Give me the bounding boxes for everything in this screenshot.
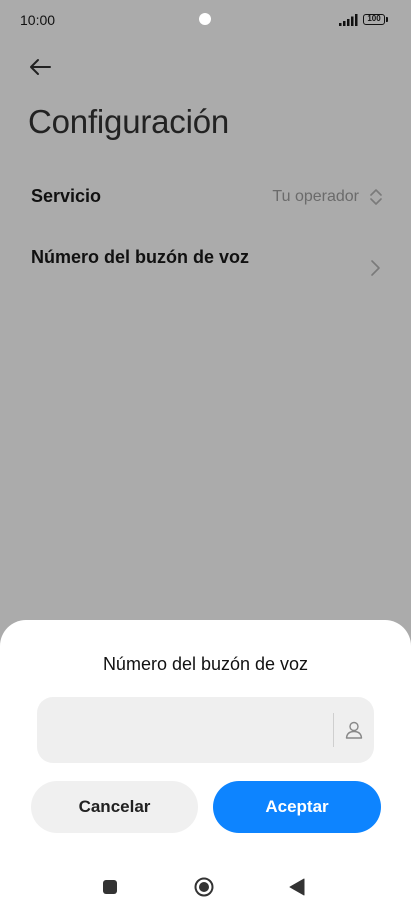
back-icon[interactable] [289,878,305,896]
accept-button[interactable]: Aceptar [213,781,381,833]
status-bar: 10:00 100 [0,0,411,40]
cancel-button[interactable]: Cancelar [31,781,198,833]
home-icon[interactable] [194,877,214,897]
status-time: 10:00 [20,12,56,28]
navigation-bar [0,865,411,905]
chevron-right-icon [371,260,380,276]
page-title: Configuración [28,103,230,140]
voicemail-dialog: Número del buzón de voz Cancelar Aceptar [0,620,411,914]
settings-item-label: Servicio [31,186,102,206]
input-divider [333,713,334,747]
voicemail-number-input[interactable] [53,697,327,765]
settings-item-service[interactable]: Servicio Tu operador [0,180,411,216]
recents-icon[interactable] [103,880,117,894]
voicemail-number-field[interactable] [37,697,374,765]
battery-tip [386,17,388,22]
updown-icon [370,189,382,205]
settings-item-value: Tu operador [272,188,359,205]
battery-level: 100 [367,14,381,23]
battery-icon: 100 [363,14,385,25]
dialog-title: Número del buzón de voz [102,654,309,674]
camera-cutout [199,13,211,25]
settings-item-label: Número del buzón de voz [31,247,250,267]
settings-item-voicemail-number[interactable]: Número del buzón de voz [0,240,411,296]
contact-icon[interactable] [344,720,364,740]
back-arrow-icon[interactable] [26,52,56,82]
signal-icon [339,14,358,26]
